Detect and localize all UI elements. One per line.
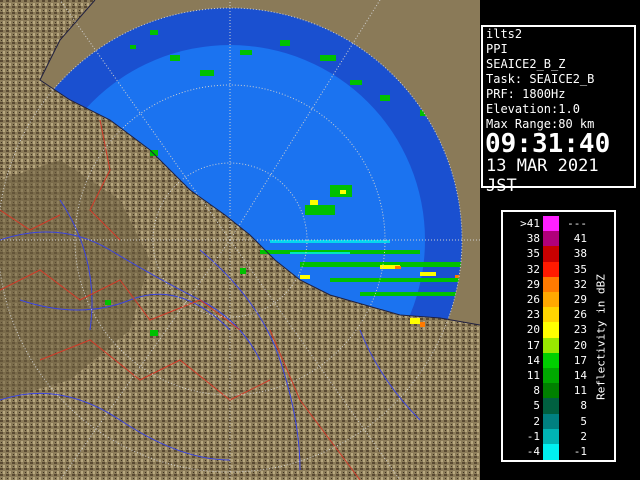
- legend-low-value: 8: [533, 384, 540, 398]
- info-panel: ilts2 PPI SEAICE2_B_Z Task: SEAICE2_B PR…: [481, 25, 636, 196]
- legend-low-value: -4: [526, 445, 540, 458]
- legend-color-swatch: [543, 428, 559, 445]
- legend-low-value: 35: [526, 247, 540, 261]
- legend-low-value: 20: [526, 323, 540, 337]
- legend-high-value: 26: [573, 308, 587, 322]
- legend-color-swatch: [543, 292, 559, 308]
- elevation-value: Elevation:1.0: [486, 102, 580, 116]
- color-legend: >41 --- 38 41 35 38 32 35 29 32 26 29 23 26 20 23 17 20 14…: [501, 210, 616, 462]
- legend-high-value: 14: [573, 369, 587, 382]
- radar-map[interactable]: [0, 0, 480, 480]
- legend-color-swatch: [543, 398, 559, 415]
- legend-low-value: 11: [526, 369, 540, 382]
- legend-high-value: 11: [573, 384, 587, 398]
- legend-low-value: 14: [526, 353, 540, 367]
- legend-row: >41 ---: [503, 216, 614, 232]
- legend-high-value: 41: [573, 232, 587, 246]
- legend-low-value: 17: [526, 338, 540, 352]
- legend-high-value: 23: [573, 323, 587, 337]
- legend-color-swatch: [543, 307, 559, 324]
- legend-low-value: 38: [526, 232, 540, 246]
- legend-high-value: 32: [573, 277, 587, 291]
- scan-mode: PPI: [486, 42, 508, 56]
- legend-low-value: 23: [526, 308, 540, 322]
- legend-unit-text: Reflectivity in dBZ: [594, 274, 608, 400]
- legend-row: -1 2: [503, 428, 614, 445]
- legend-color-swatch: [543, 413, 559, 430]
- legend-high-value: 29: [573, 293, 587, 306]
- task-name: Task: SEAICE2_B: [486, 72, 595, 86]
- legend-unit-label: Reflectivity in dBZ: [591, 252, 611, 422]
- legend-high-value: ---: [567, 217, 587, 230]
- legend-color-swatch: [543, 337, 559, 354]
- legend-high-value: 5: [580, 414, 587, 428]
- legend-high-value: 35: [573, 262, 587, 276]
- scan-time: 09:31:40: [485, 129, 611, 159]
- legend-low-value: 26: [526, 293, 540, 306]
- legend-color-swatch: [543, 216, 559, 232]
- scan-date: 13 MAR 2021 JST: [486, 156, 599, 196]
- legend-color-swatch: [543, 276, 559, 293]
- legend-low-value: 32: [526, 262, 540, 276]
- legend-color-swatch: [543, 322, 559, 339]
- legend-high-value: 38: [573, 247, 587, 261]
- legend-low-value: 5: [533, 399, 540, 413]
- legend-low-value: -1: [526, 429, 540, 443]
- legend-row: -4 -1: [503, 444, 614, 460]
- legend-high-value: 20: [573, 338, 587, 352]
- side-panel: ilts2 PPI SEAICE2_B_Z Task: SEAICE2_B PR…: [480, 0, 640, 480]
- site-name: ilts2: [486, 27, 523, 41]
- product-name: SEAICE2_B_Z: [486, 57, 566, 71]
- prf-value: PRF: 1800Hz: [486, 87, 566, 101]
- legend-color-swatch: [543, 231, 559, 248]
- legend-high-value: 17: [573, 353, 587, 367]
- legend-color-swatch: [543, 383, 559, 400]
- legend-high-value: 8: [580, 399, 587, 413]
- legend-low-value: 29: [526, 277, 540, 291]
- legend-color-swatch: [543, 246, 559, 263]
- legend-color-swatch: [543, 444, 559, 460]
- legend-color-swatch: [543, 368, 559, 384]
- legend-high-value: 2: [580, 429, 587, 443]
- legend-color-swatch: [543, 261, 559, 278]
- legend-low-value: >41: [520, 217, 540, 230]
- legend-row: 38 41: [503, 231, 614, 248]
- legend-low-value: 2: [533, 414, 540, 428]
- legend-high-value: -1: [573, 445, 587, 458]
- legend-color-swatch: [543, 352, 559, 369]
